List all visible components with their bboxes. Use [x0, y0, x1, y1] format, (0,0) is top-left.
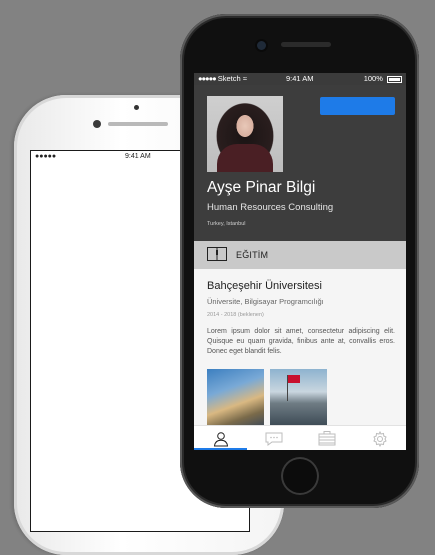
school-degree: Üniversite, Bilgisayar Programcılığı	[207, 297, 324, 306]
profile-icon	[213, 431, 228, 446]
profile-header: Ayşe Pinar Bilgi Human Resources Consult…	[194, 85, 406, 241]
tab-bar	[194, 425, 406, 450]
background-phone-camera	[93, 120, 101, 128]
profile-action-button[interactable]	[320, 97, 395, 115]
status-time: 9:41 AM	[286, 74, 314, 83]
tab-profile[interactable]	[194, 426, 247, 450]
education-section-header[interactable]: EĞITİM	[194, 241, 406, 269]
background-status-time: 9:41 AM	[125, 153, 151, 160]
battery-label: 100%	[363, 74, 383, 83]
avatar-body-shape	[217, 144, 273, 172]
status-carrier-group: ●●●●● Sketch ≈	[198, 73, 247, 85]
school-description: Lorem ipsum dolor sit amet, consectetur …	[207, 328, 395, 355]
tab-settings[interactable]	[353, 426, 406, 450]
school-dates: 2014 - 2018 (beklenen)	[207, 312, 264, 318]
status-battery-group: 100%	[364, 73, 402, 85]
profile-title: Human Resources Consulting	[207, 202, 334, 213]
school-name: Bahçeşehir Üniversitesi	[207, 280, 322, 292]
front-speaker	[281, 42, 331, 47]
status-bar: ●●●●● Sketch ≈ 9:41 AM 100%	[194, 73, 406, 85]
gear-icon	[372, 430, 387, 447]
battery-icon	[387, 75, 402, 83]
avatar	[207, 96, 283, 172]
profile-location: Turkey, Istanbul	[207, 221, 246, 227]
education-card: Bahçeşehir Üniversitesi Üniversite, Bilg…	[194, 269, 406, 429]
background-phone-sensor	[134, 105, 139, 110]
home-button[interactable]	[281, 457, 319, 495]
tab-messages[interactable]	[247, 426, 300, 450]
signal-icon: ●●●●●	[198, 74, 217, 83]
book-icon	[207, 247, 227, 261]
flag-shape	[288, 375, 300, 383]
background-phone-speaker	[108, 122, 168, 126]
front-camera	[257, 41, 266, 50]
photo-thumbnail[interactable]	[270, 369, 327, 426]
section-title: EĞITİM	[236, 250, 269, 260]
phone-screen: ●●●●● Sketch ≈ 9:41 AM 100% Ayşe Pinar B…	[194, 73, 406, 450]
chat-icon	[265, 432, 282, 446]
photo-thumbnail[interactable]	[207, 369, 264, 426]
briefcase-icon	[318, 431, 335, 446]
tab-jobs[interactable]	[300, 426, 353, 450]
active-tab-indicator	[194, 448, 247, 450]
profile-name: Ayşe Pinar Bilgi	[207, 179, 316, 196]
wifi-icon: ≈	[242, 74, 247, 83]
background-signal-icon: ●●●●●	[35, 153, 57, 160]
carrier-label: Sketch	[217, 74, 241, 83]
